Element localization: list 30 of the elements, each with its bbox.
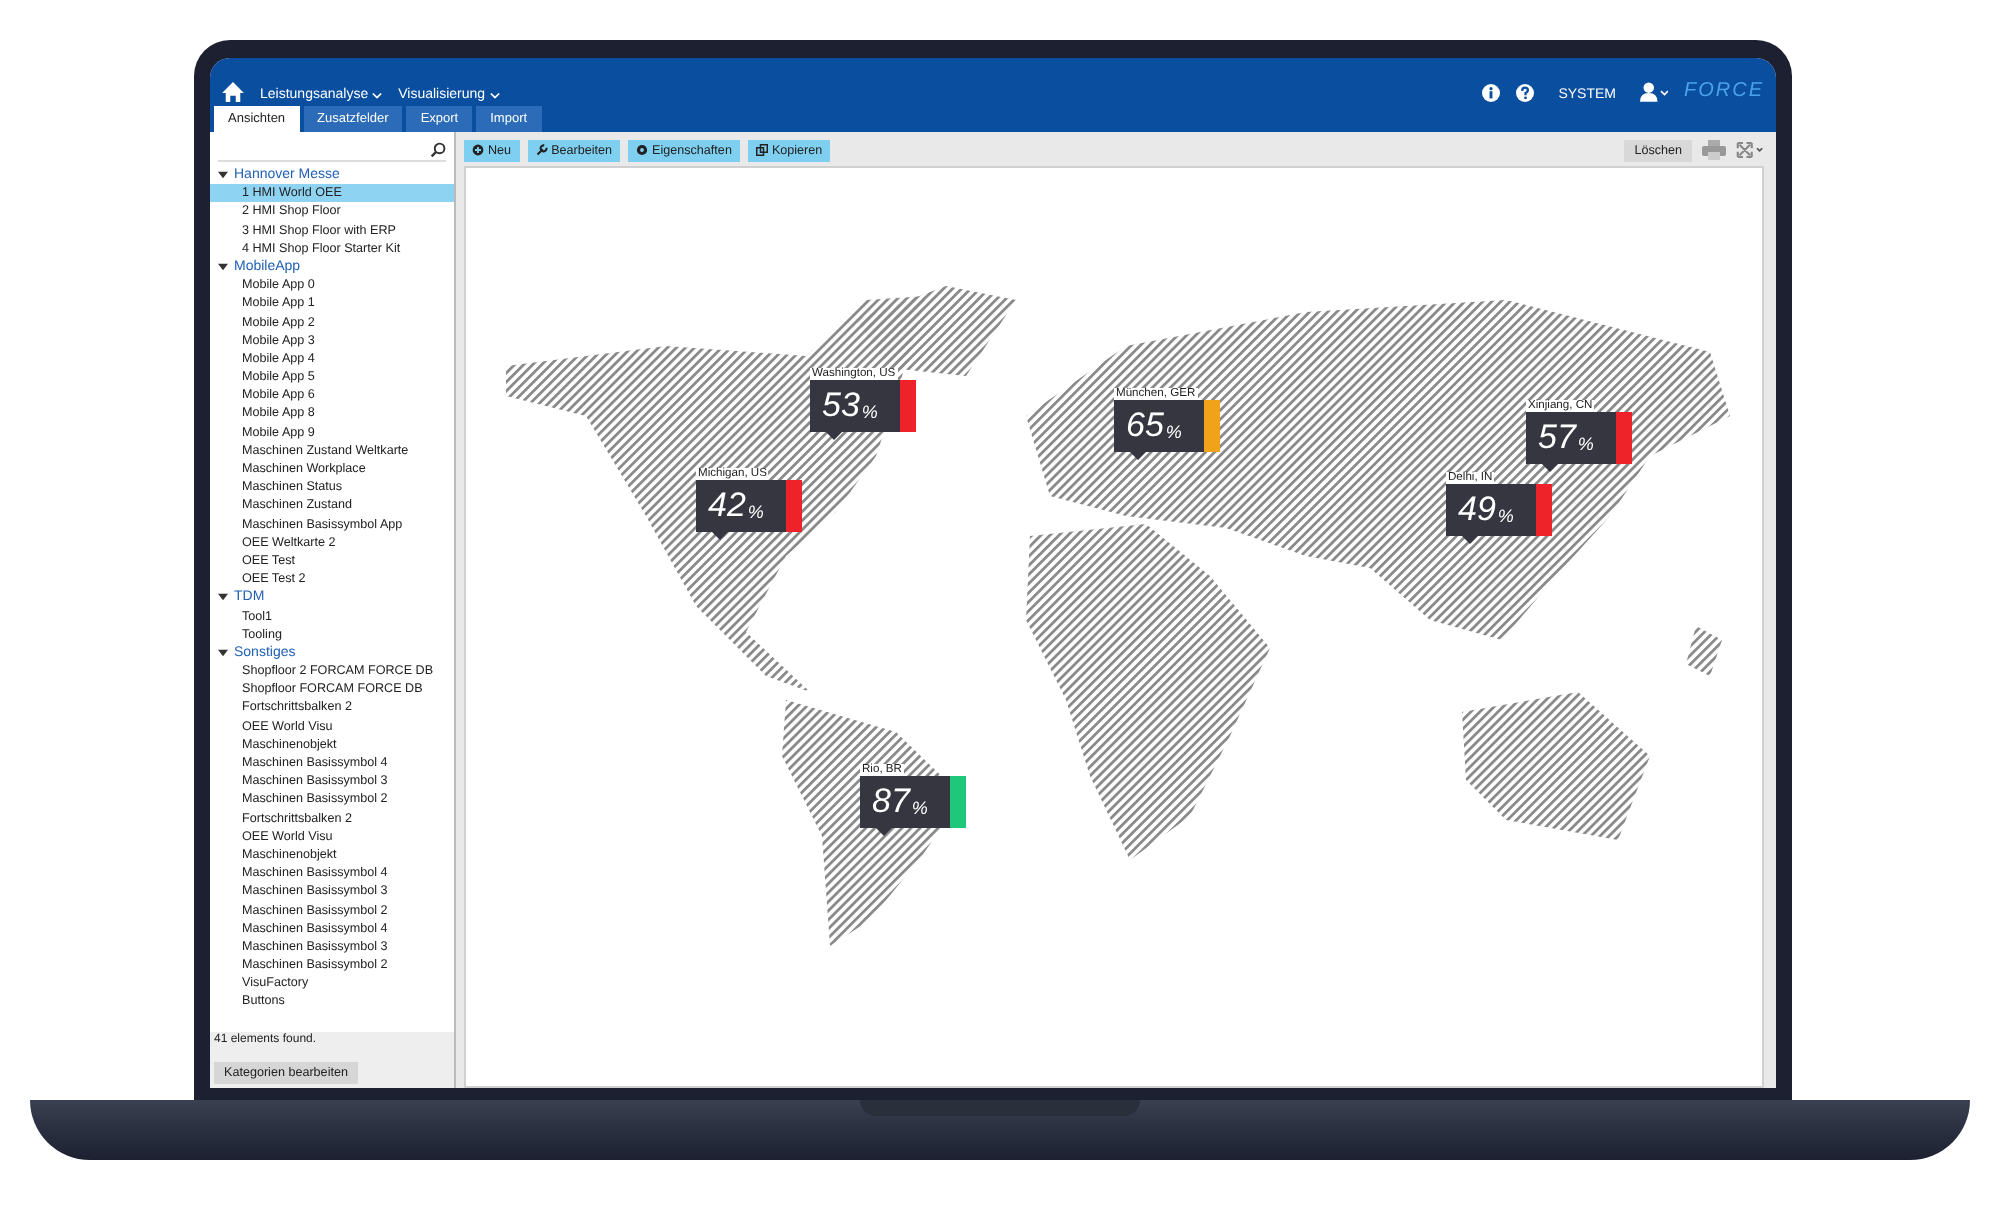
caret-icon[interactable]	[218, 647, 228, 658]
search-icon[interactable]	[430, 141, 446, 157]
caret-icon[interactable]	[218, 262, 228, 273]
percent-unit: %	[911, 797, 928, 817]
percent-value: 42	[708, 486, 746, 526]
percent-value: 87	[872, 782, 910, 822]
fullscreen-icon[interactable]	[1736, 140, 1764, 160]
home-icon[interactable]	[222, 82, 244, 102]
percent-value: 49	[1458, 490, 1496, 530]
caret-icon	[372, 91, 383, 99]
gear-icon	[636, 144, 649, 156]
percent-unit: %	[861, 401, 878, 421]
copy-icon	[755, 144, 768, 156]
help-icon[interactable]	[1516, 84, 1535, 102]
percent-unit: %	[747, 501, 764, 521]
percent-unit: %	[1165, 421, 1182, 441]
wrench-icon	[535, 144, 548, 156]
caret-icon[interactable]	[218, 592, 228, 603]
plus-icon	[472, 144, 484, 156]
percent-value: 65	[1126, 406, 1164, 446]
logo: FORCE	[1684, 80, 1764, 102]
user-icon[interactable]	[1640, 82, 1668, 102]
percent-value: 57	[1538, 418, 1576, 458]
caret-icon[interactable]	[218, 170, 228, 181]
percent-unit: %	[1577, 433, 1594, 453]
percent-unit: %	[1497, 505, 1514, 525]
info-icon[interactable]	[1482, 84, 1501, 102]
search-field[interactable]	[218, 138, 446, 162]
percent-value: 53	[822, 386, 860, 426]
caret-icon	[489, 91, 500, 99]
